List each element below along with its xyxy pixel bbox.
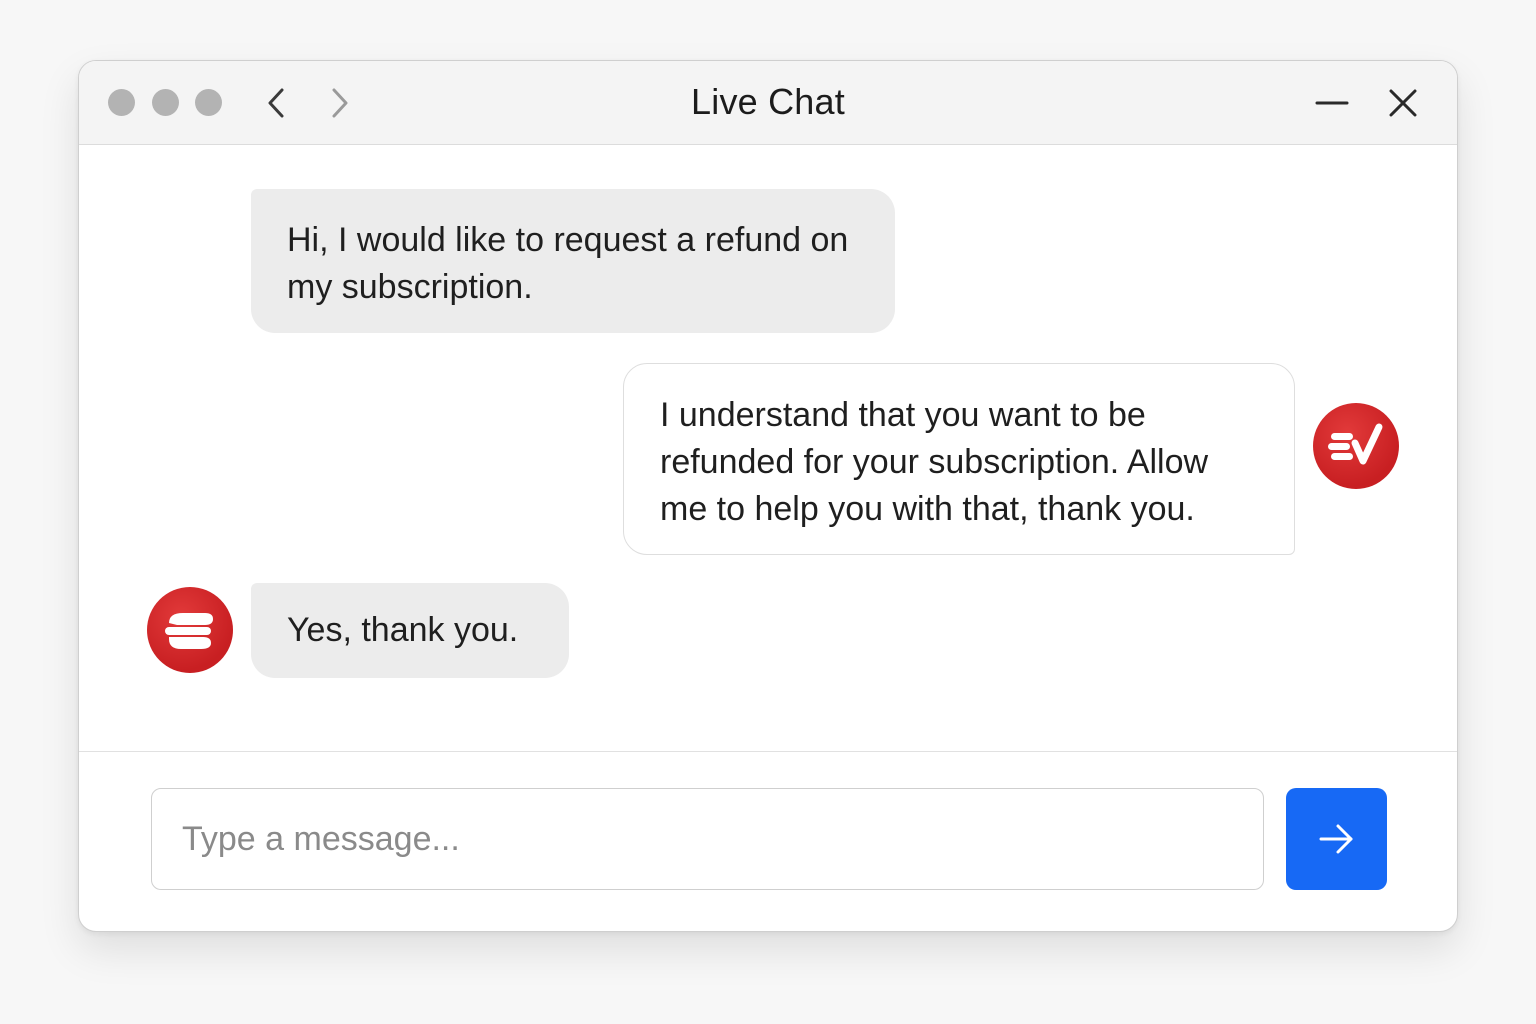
message-input[interactable] xyxy=(151,788,1264,890)
brand-logo-icon xyxy=(165,613,213,649)
minimize-icon xyxy=(1315,101,1349,105)
close-button[interactable] xyxy=(1381,83,1425,123)
window-title: Live Chat xyxy=(691,81,845,122)
close-icon xyxy=(1389,89,1417,117)
message-bubble-user: Hi, I would like to request a refund on … xyxy=(251,189,895,333)
composer-divider xyxy=(79,751,1457,752)
message-bubble-user: Yes, thank you. xyxy=(251,583,569,678)
brand-logo-icon xyxy=(1328,423,1383,465)
message-bubble-agent: I understand that you want to be refunde… xyxy=(623,363,1295,555)
send-button[interactable] xyxy=(1286,788,1387,890)
user-avatar xyxy=(147,587,233,673)
title-bar: Live Chat xyxy=(79,61,1457,145)
minimize-button[interactable] xyxy=(1310,83,1354,123)
agent-avatar xyxy=(1313,403,1399,489)
arrow-right-icon xyxy=(1319,824,1352,854)
chat-window: Live Chat Hi, I would like to request a … xyxy=(78,60,1458,932)
